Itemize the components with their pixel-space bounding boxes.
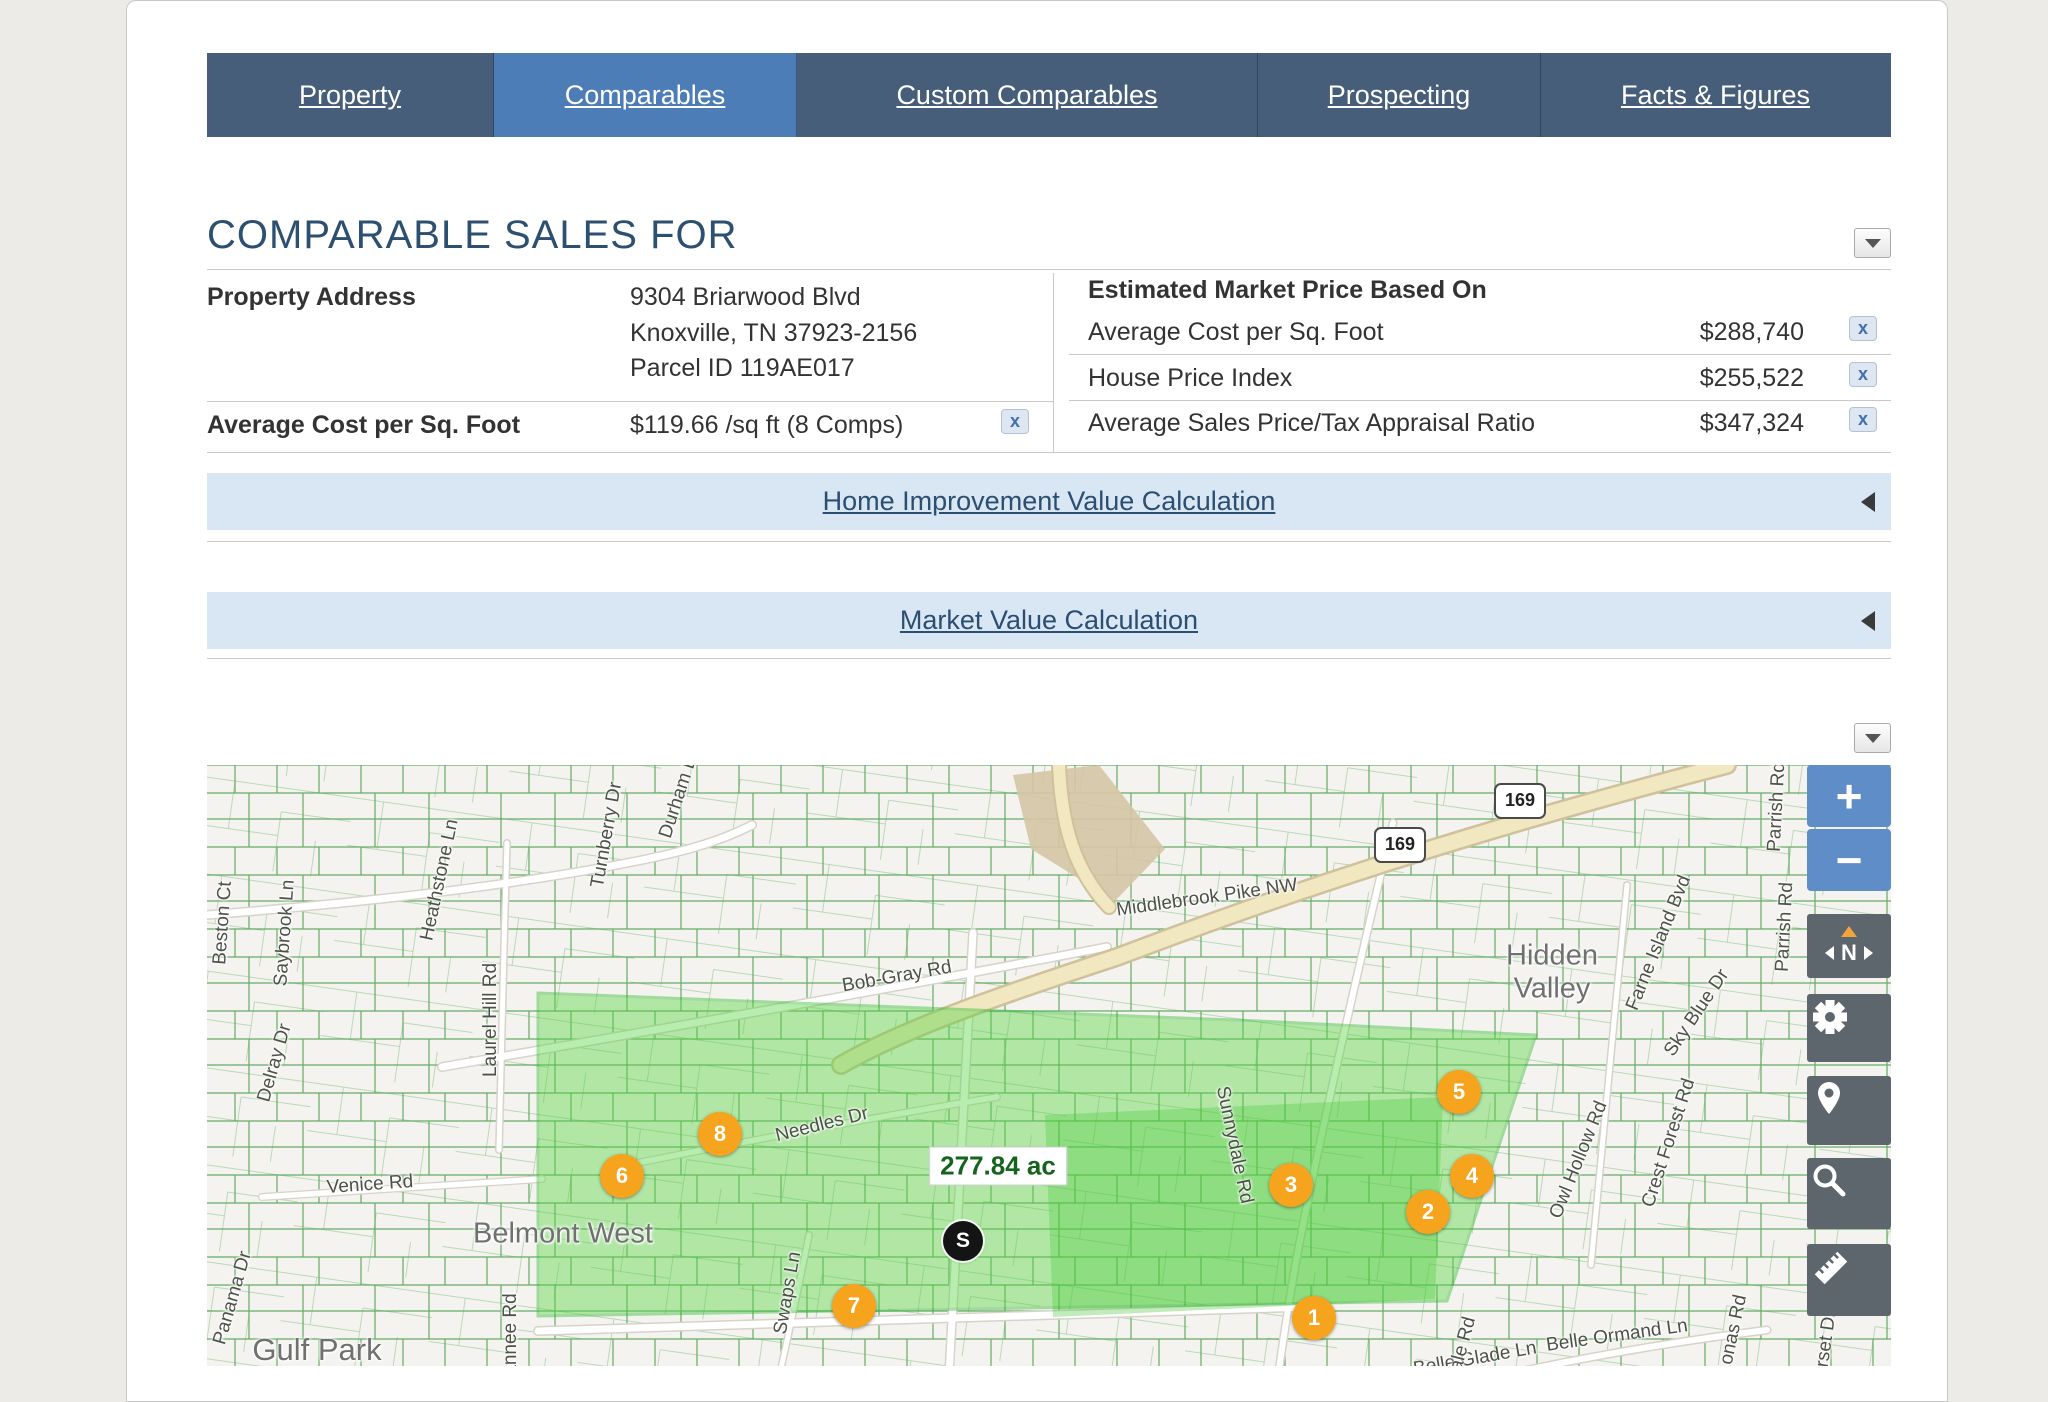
- tab-comparables[interactable]: Comparables: [494, 53, 797, 137]
- estimate-row-value: $288,740: [1427, 318, 1804, 347]
- map[interactable]: Middlebrook Pike NW Bob-Gray Rd Needles …: [207, 765, 1891, 1366]
- content-card: Property Comparables Custom Comparables …: [126, 0, 1948, 1402]
- compass-north-label: N: [1841, 940, 1857, 966]
- property-address-label: Property Address: [207, 283, 416, 312]
- compass-control[interactable]: N: [1807, 914, 1891, 978]
- tab-prospecting[interactable]: Prospecting: [1258, 53, 1541, 137]
- tab-bar: Property Comparables Custom Comparables …: [207, 53, 1891, 137]
- area-label: 277.84 ac: [929, 1147, 1067, 1186]
- divider: [207, 658, 1891, 659]
- header-collapse-button[interactable]: [1854, 228, 1891, 258]
- remove-estimate-button[interactable]: x: [1849, 316, 1877, 341]
- market-value-section-title: Market Value Calculation: [900, 605, 1198, 636]
- map-search-button[interactable]: [1807, 1158, 1891, 1229]
- place-label-belmont-west: Belmont West: [473, 1217, 653, 1250]
- map-measure-button[interactable]: [1807, 1244, 1891, 1316]
- divider: [207, 541, 1891, 542]
- avg-cost-value: $119.66 /sq ft (8 Comps): [630, 411, 903, 440]
- market-value-section-bar[interactable]: Market Value Calculation: [207, 592, 1891, 649]
- remove-estimate-button[interactable]: x: [1849, 407, 1877, 432]
- zoom-out-button[interactable]: −: [1807, 829, 1891, 891]
- tab-property[interactable]: Property: [207, 53, 494, 137]
- location-pin-icon: [1807, 1076, 1851, 1120]
- zoom-in-button[interactable]: +: [1807, 765, 1891, 827]
- remove-estimate-button[interactable]: x: [1849, 362, 1877, 387]
- divider: [1069, 400, 1891, 401]
- triangle-left-icon: [1861, 492, 1875, 512]
- search-icon: [1807, 1158, 1851, 1202]
- comp-marker-5[interactable]: 5: [1437, 1070, 1481, 1114]
- divider: [207, 452, 1891, 453]
- remove-avg-cost-button[interactable]: x: [1001, 409, 1029, 434]
- street-label: Suwannee Rd: [500, 1293, 522, 1366]
- map-collapse-button[interactable]: [1854, 723, 1891, 753]
- place-label-hidden-valley: Hidden Valley: [1506, 940, 1598, 1007]
- estimate-row-label: Average Cost per Sq. Foot: [1088, 318, 1384, 347]
- home-improvement-section-title: Home Improvement Value Calculation: [823, 486, 1276, 517]
- divider: [207, 401, 1053, 402]
- avg-cost-label: Average Cost per Sq. Foot: [207, 411, 520, 440]
- comp-marker-2[interactable]: 2: [1406, 1190, 1450, 1234]
- divider: [207, 269, 1891, 270]
- estimates-header: Estimated Market Price Based On: [1088, 276, 1487, 305]
- estimate-row-value: $255,522: [1427, 364, 1804, 393]
- compass-up-icon[interactable]: [1841, 926, 1857, 937]
- comp-marker-6[interactable]: 6: [600, 1154, 644, 1198]
- map-location-button[interactable]: [1807, 1076, 1891, 1145]
- compass-right-icon[interactable]: [1864, 946, 1873, 960]
- estimate-row-label: House Price Index: [1088, 364, 1292, 393]
- chevron-down-icon: [1865, 239, 1881, 248]
- ruler-icon: [1807, 1244, 1855, 1292]
- map-settings-button[interactable]: [1807, 994, 1891, 1062]
- gear-icon: [1807, 994, 1853, 1040]
- divider: [1069, 354, 1891, 355]
- highway-shield: 169: [1374, 827, 1426, 863]
- address-line-3: Parcel ID 119AE017: [630, 354, 855, 383]
- highway-shield: 169: [1494, 783, 1546, 819]
- comp-marker-1[interactable]: 1: [1292, 1296, 1336, 1340]
- map-canvas: [207, 765, 1891, 1366]
- comp-marker-8[interactable]: 8: [698, 1112, 742, 1156]
- tab-facts-figures[interactable]: Facts & Figures: [1541, 53, 1890, 137]
- chevron-down-icon: [1865, 734, 1881, 743]
- address-line-2: Knoxville, TN 37923-2156: [630, 319, 917, 348]
- triangle-left-icon: [1861, 611, 1875, 631]
- place-label-gulf-park: Gulf Park: [252, 1332, 381, 1366]
- subject-marker[interactable]: S: [943, 1221, 983, 1261]
- address-line-1: 9304 Briarwood Blvd: [630, 283, 861, 312]
- street-label: Laurel Hill Rd: [480, 963, 502, 1077]
- page-title: COMPARABLE SALES FOR: [207, 213, 738, 258]
- tab-custom-comparables[interactable]: Custom Comparables: [797, 53, 1258, 137]
- estimate-row-value: $347,324: [1427, 409, 1804, 438]
- comp-marker-7[interactable]: 7: [832, 1284, 876, 1328]
- home-improvement-section-bar[interactable]: Home Improvement Value Calculation: [207, 473, 1891, 530]
- comp-marker-3[interactable]: 3: [1269, 1163, 1313, 1207]
- comp-marker-4[interactable]: 4: [1450, 1154, 1494, 1198]
- compass-left-icon[interactable]: [1825, 946, 1834, 960]
- divider: [1053, 273, 1054, 452]
- street-label: Parrish Rd: [1772, 882, 1799, 973]
